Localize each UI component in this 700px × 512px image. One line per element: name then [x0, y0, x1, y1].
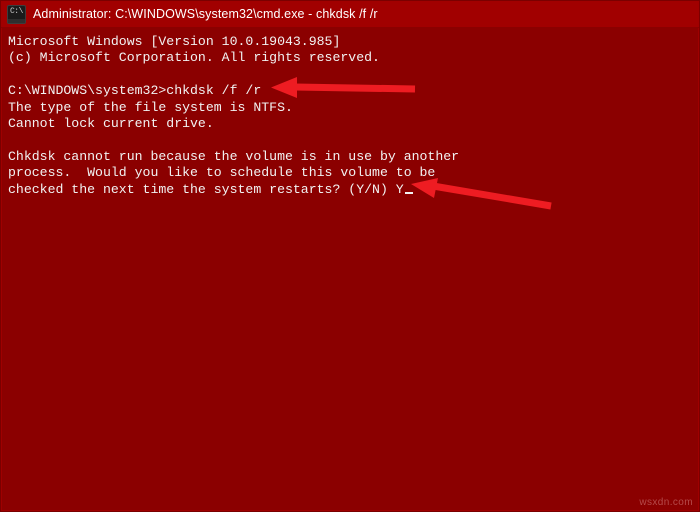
window-titlebar[interactable]: C:\ Administrator: C:\WINDOWS\system32\c…	[1, 1, 699, 28]
console-line-command: C:\WINDOWS\system32>chkdsk /f /r	[8, 83, 262, 99]
watermark: wsxdn.com	[639, 497, 693, 508]
console-line: Chkdsk cannot run because the volume is …	[8, 148, 460, 164]
console-line: Cannot lock current drive.	[8, 116, 214, 132]
cmd-icon-glyph: C:\	[10, 6, 23, 16]
console-line: process. Would you like to schedule this…	[8, 165, 436, 181]
window-title: Administrator: C:\WINDOWS\system32\cmd.e…	[33, 7, 378, 21]
console-line: Microsoft Windows [Version 10.0.19043.98…	[8, 34, 341, 49]
command-prompt-window: C:\ Administrator: C:\WINDOWS\system32\c…	[0, 0, 700, 512]
text-cursor	[404, 191, 413, 194]
console-line-prompt: checked the next time the system restart…	[8, 182, 698, 198]
cmd-icon-bar	[8, 18, 25, 23]
console-output-area[interactable]: Microsoft Windows [Version 10.0.19043.98…	[2, 28, 698, 510]
console-line: (c) Microsoft Corporation. All rights re…	[8, 50, 380, 66]
console-line: The type of the file system is NTFS.	[8, 99, 293, 115]
cmd-icon: C:\	[7, 4, 26, 24]
screenshot-root: C:\ Administrator: C:\WINDOWS\system32\c…	[0, 0, 700, 512]
console-prompt-text: checked the next time the system restart…	[8, 181, 404, 197]
